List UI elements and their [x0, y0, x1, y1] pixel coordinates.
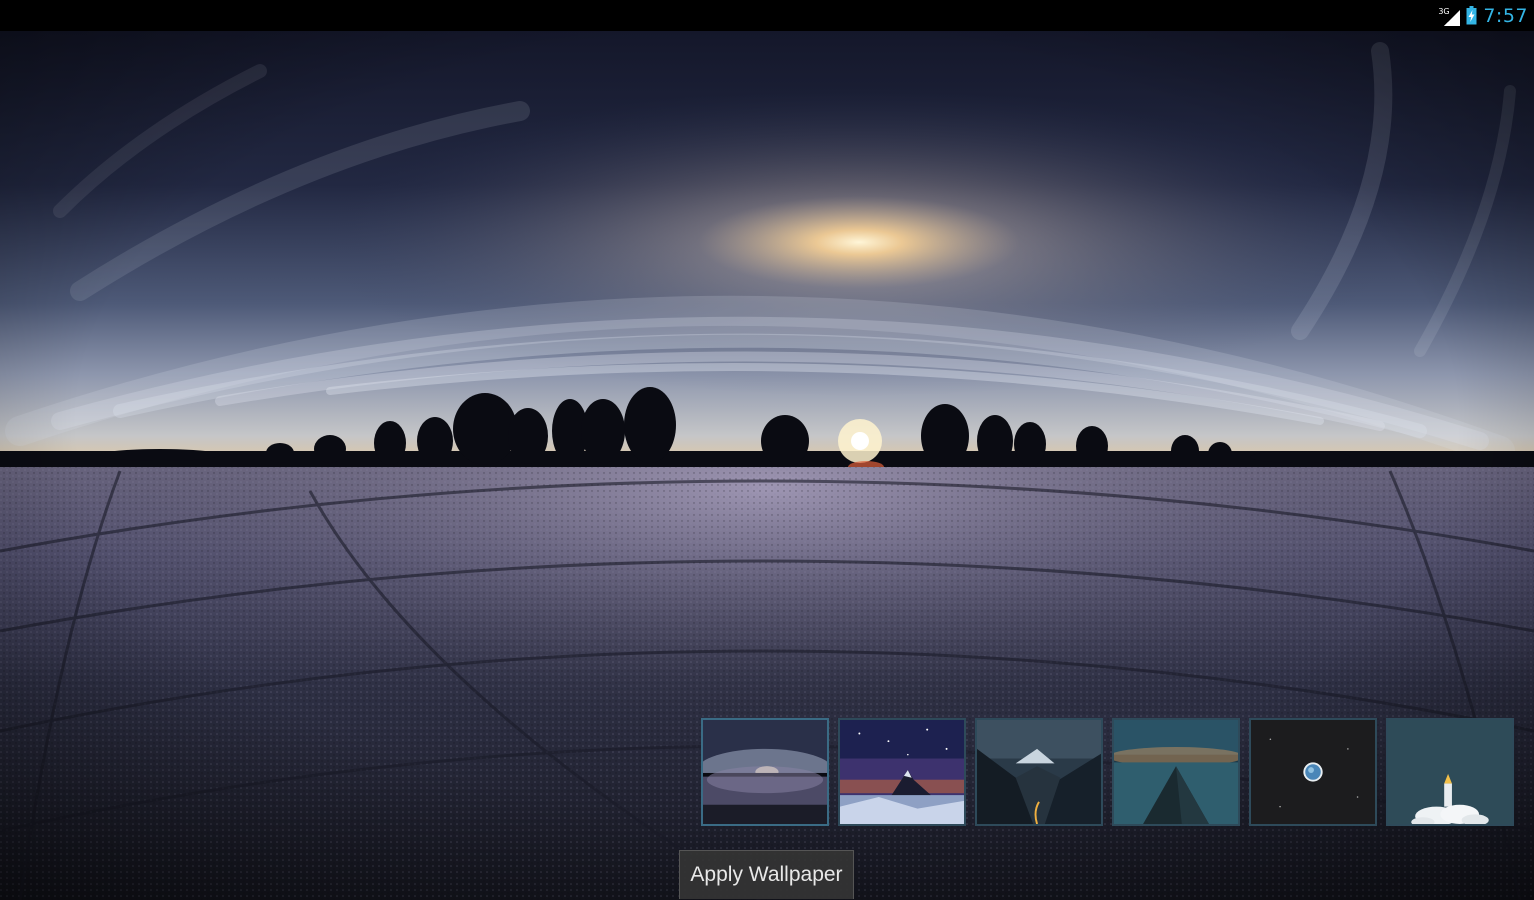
wallpaper-thumbnail-strip: [701, 718, 1514, 826]
thumbnail-mountain-valley[interactable]: [975, 718, 1103, 826]
status-clock: 7:57: [1483, 4, 1528, 27]
thumbnail-pyramid-sea[interactable]: [1112, 718, 1240, 826]
apply-wallpaper-button[interactable]: Apply Wallpaper: [679, 850, 854, 899]
thumbnail-mountain-starry-night[interactable]: [838, 718, 966, 826]
thumbnail-frosted-field-sunset[interactable]: [701, 718, 829, 826]
status-icons: 3G 7:57: [1438, 0, 1528, 31]
signal-bars-icon: 3G: [1438, 4, 1461, 28]
status-bar: 3G 7:57: [0, 0, 1534, 31]
wallpaper-picker-screen: 3G 7:57 Apply Wallpaper: [0, 0, 1534, 900]
thumbnail-rocket-launch[interactable]: [1386, 718, 1514, 826]
battery-charging-icon: [1466, 6, 1477, 25]
thumbnail-planet-space[interactable]: [1249, 718, 1377, 826]
